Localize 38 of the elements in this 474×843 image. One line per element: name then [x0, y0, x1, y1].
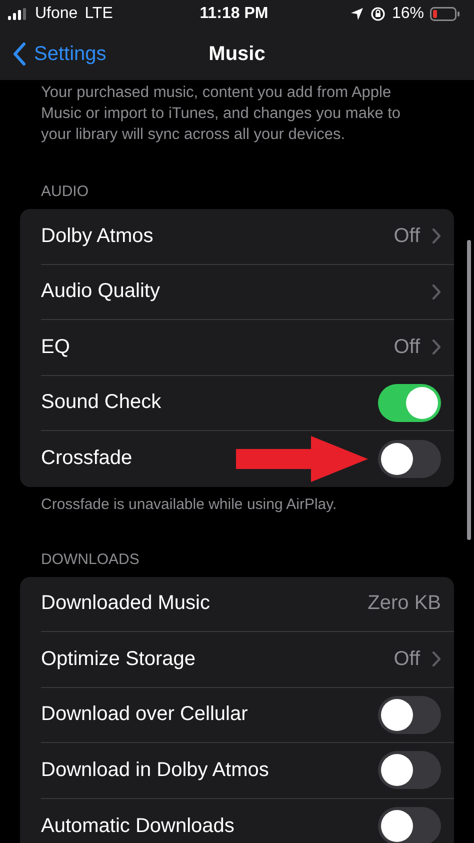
toggle-switch[interactable] [378, 440, 441, 478]
setting-value: Off [394, 336, 420, 359]
setting-label: Download over Cellular [41, 703, 248, 726]
setting-value: Off [394, 224, 420, 248]
setting-label: Sound Check [41, 391, 162, 414]
chevron-icon [432, 228, 441, 244]
setting-label: Downloaded Music [41, 592, 210, 616]
setting-label: Audio Quality [41, 280, 160, 304]
chevron-icon [432, 339, 441, 356]
section-footer: Crossfade is unavailable while using AirPlay. [20, 496, 454, 512]
setting-label: Automatic Downloads [41, 814, 234, 838]
toggle-switch[interactable] [378, 807, 441, 843]
page-title: Music [208, 42, 266, 66]
clock-time: 11:18 PM [200, 5, 268, 23]
toggle-switch[interactable] [378, 384, 441, 422]
section-header: DOWNLOADS [40, 550, 140, 570]
back-chevron-icon [12, 42, 26, 66]
setting-value: Zero KB [368, 592, 441, 616]
setting-label: EQ [41, 336, 70, 359]
sync-description: Your purchased music, content you add from Apple Music or import to iTunes, and changes you make to your library will sync across all your devices. [40, 83, 402, 145]
setting-label: Crossfade [41, 447, 132, 470]
network-type: LTE [84, 5, 113, 23]
back-button[interactable]: Settings [0, 42, 106, 66]
location-icon [350, 7, 364, 21]
toggle-switch[interactable] [378, 696, 441, 734]
setting-value: Off [394, 648, 420, 671]
rotation-lock-icon [370, 6, 386, 22]
signal-icon [8, 8, 28, 20]
carrier-name: Ufone [35, 5, 78, 23]
battery-percent: 16% [392, 5, 424, 23]
section-header: AUDIO [40, 183, 90, 202]
chevron-icon [432, 284, 441, 300]
toggle-switch[interactable] [378, 751, 441, 790]
setting-label: Download in Dolby Atmos [41, 758, 269, 782]
battery-icon [430, 7, 460, 21]
setting-label: Optimize Storage [41, 648, 196, 671]
setting-label: Dolby Atmos [41, 224, 154, 248]
chevron-icon [432, 651, 441, 668]
